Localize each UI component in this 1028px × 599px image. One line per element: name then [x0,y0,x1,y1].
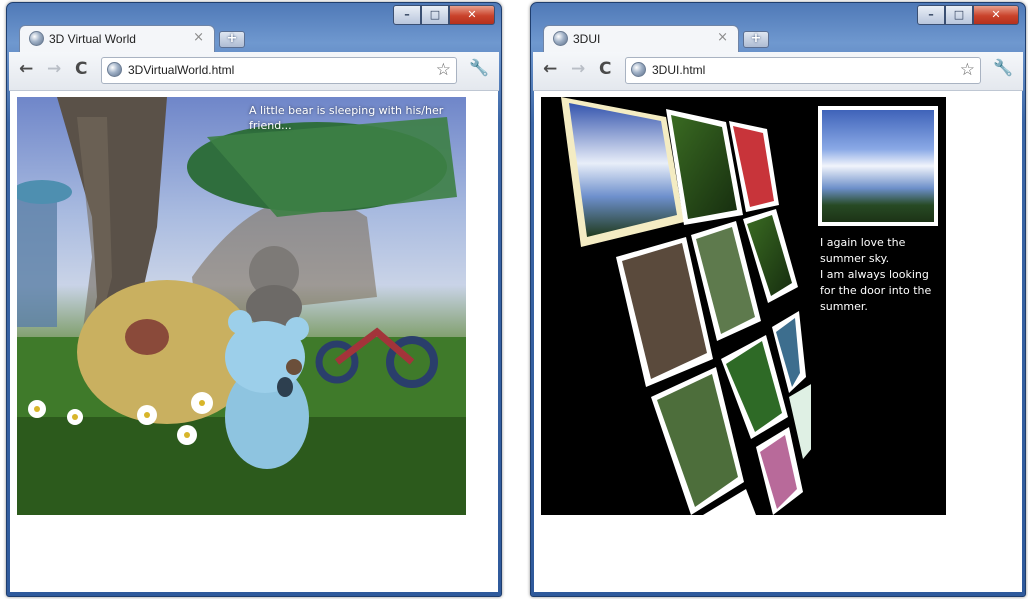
forward-arrow-icon[interactable]: → [571,59,585,79]
forward-arrow-icon[interactable]: → [47,59,61,79]
maximize-button[interactable]: □ [945,5,973,25]
scene-illustration [17,97,466,515]
globe-icon [107,62,122,77]
browser-tab[interactable]: 3DUI × [543,25,739,52]
close-window-button[interactable]: ✕ [449,5,495,25]
wrench-menu-icon[interactable]: 🔧 [993,58,1013,77]
photo-caption: I again love the summer sky. I am always… [820,235,942,315]
browser-window-right: – □ ✕ 3DUI × + ← → C 3DUI.html ☆ 🔧 I aga… [530,2,1026,597]
browser-tab[interactable]: 3D Virtual World × [19,25,215,52]
photo-wall[interactable] [541,97,813,515]
minimize-button[interactable]: – [393,5,421,25]
wrench-menu-icon[interactable]: 🔧 [469,58,489,77]
bookmark-star-icon[interactable]: ☆ [436,60,451,80]
caption-line: I again love the [820,236,906,249]
page-viewport: I again love the summer sky. I am always… [534,91,1022,592]
back-arrow-icon[interactable]: ← [19,59,33,79]
address-bar-url[interactable]: 3DUI.html [652,63,705,77]
browser-toolbar: ← → C 3DVirtualWorld.html ☆ 🔧 [9,52,499,91]
globe-icon [631,62,646,77]
close-window-button[interactable]: ✕ [973,5,1019,25]
selected-photo[interactable] [818,106,938,226]
caption-line: I am always looking [820,268,929,281]
caption-line: summer. [820,300,868,313]
new-tab-icon[interactable]: + [219,31,245,48]
maximize-button[interactable]: □ [421,5,449,25]
tab-title: 3D Virtual World [49,32,136,46]
globe-icon [553,31,568,46]
reload-icon[interactable]: C [75,59,87,79]
page-viewport: A little bear is sleeping with his/her f… [10,91,498,592]
scene-caption: A little bear is sleeping with his/her f… [249,104,444,132]
tab-close-icon[interactable]: × [193,30,204,45]
tab-title: 3DUI [573,32,601,46]
back-arrow-icon[interactable]: ← [543,59,557,79]
new-tab-icon[interactable]: + [743,31,769,48]
3dui-canvas: I again love the summer sky. I am always… [541,97,946,515]
caption-line: summer sky. [820,252,890,265]
address-bar[interactable]: 3DVirtualWorld.html ☆ [101,57,457,84]
virtual-world-scene[interactable]: A little bear is sleeping with his/her f… [17,97,466,515]
browser-toolbar: ← → C 3DUI.html ☆ 🔧 [533,52,1023,91]
minimize-button[interactable]: – [917,5,945,25]
browser-window-left: – □ ✕ 3D Virtual World × + ← → C 3DVirtu… [6,2,502,597]
tab-close-icon[interactable]: × [717,30,728,45]
window-controls: – □ ✕ [917,5,1019,25]
bookmark-star-icon[interactable]: ☆ [960,60,975,80]
window-controls: – □ ✕ [393,5,495,25]
reload-icon[interactable]: C [599,59,611,79]
address-bar-url[interactable]: 3DVirtualWorld.html [128,63,234,77]
address-bar[interactable]: 3DUI.html ☆ [625,57,981,84]
globe-icon [29,31,44,46]
caption-line: for the door into the [820,284,932,297]
